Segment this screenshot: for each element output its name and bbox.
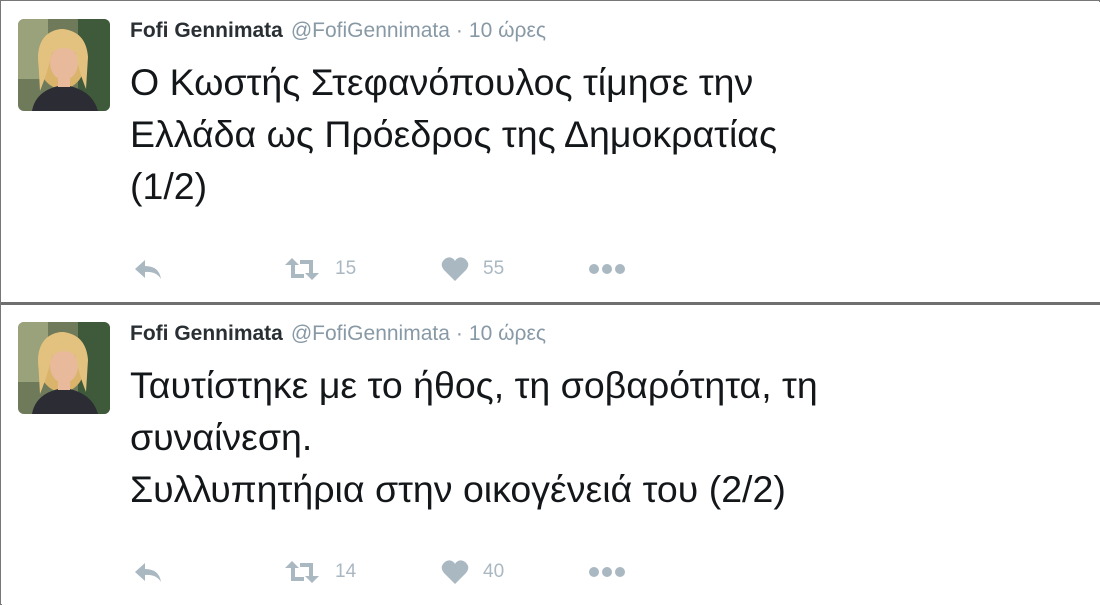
retweet-icon <box>283 560 321 584</box>
timestamp[interactable]: 10 ώρες <box>469 321 546 347</box>
retweet-count: 14 <box>335 561 357 582</box>
separator-dot: · <box>455 19 463 42</box>
more-button[interactable] <box>588 557 626 587</box>
tweet-1[interactable]: Fofi Gennimata @FofiGennimata · 10 ώρες … <box>2 2 1100 303</box>
author-handle[interactable]: @FofiGennimata <box>291 321 450 347</box>
like-count: 55 <box>483 258 505 279</box>
reply-button[interactable] <box>132 557 164 587</box>
like-button[interactable]: 55 <box>441 254 504 284</box>
author-name[interactable]: Fofi Gennimata <box>130 321 283 347</box>
separator-dot: · <box>455 322 463 345</box>
tweet-actions: 15 55 <box>130 254 730 284</box>
tweet-2[interactable]: Fofi Gennimata @FofiGennimata · 10 ώρες … <box>2 305 1100 605</box>
retweet-icon <box>283 257 321 281</box>
retweet-button[interactable]: 15 <box>283 254 356 284</box>
retweet-button[interactable]: 14 <box>283 557 356 587</box>
reply-icon <box>132 560 164 584</box>
tweet-text: Ο Κωστής Στεφανόπουλος τίμησε την Ελλάδα… <box>130 61 778 207</box>
tweet-text: Ταυτίστηκε με το ήθος, τη σοβαρότητα, τη… <box>130 364 818 510</box>
more-button[interactable] <box>588 254 626 284</box>
tweet-header: Fofi Gennimata @FofiGennimata · 10 ώρες <box>130 321 546 347</box>
timestamp[interactable]: 10 ώρες <box>469 18 546 44</box>
like-button[interactable]: 40 <box>441 557 504 587</box>
heart-icon <box>441 256 469 282</box>
tweet-header: Fofi Gennimata @FofiGennimata · 10 ώρες <box>130 18 546 44</box>
like-count: 40 <box>483 561 505 582</box>
author-name[interactable]: Fofi Gennimata <box>130 18 283 44</box>
reply-button[interactable] <box>132 254 164 284</box>
avatar[interactable] <box>18 322 110 414</box>
tweet-list: Fofi Gennimata @FofiGennimata · 10 ώρες … <box>0 0 1100 605</box>
reply-icon <box>132 257 164 281</box>
retweet-count: 15 <box>335 258 357 279</box>
heart-icon <box>441 559 469 585</box>
avatar[interactable] <box>18 19 110 111</box>
author-handle[interactable]: @FofiGennimata <box>291 18 450 44</box>
tweet-actions: 14 40 <box>130 557 730 587</box>
more-dots-icon <box>588 566 626 578</box>
more-dots-icon <box>588 263 626 275</box>
